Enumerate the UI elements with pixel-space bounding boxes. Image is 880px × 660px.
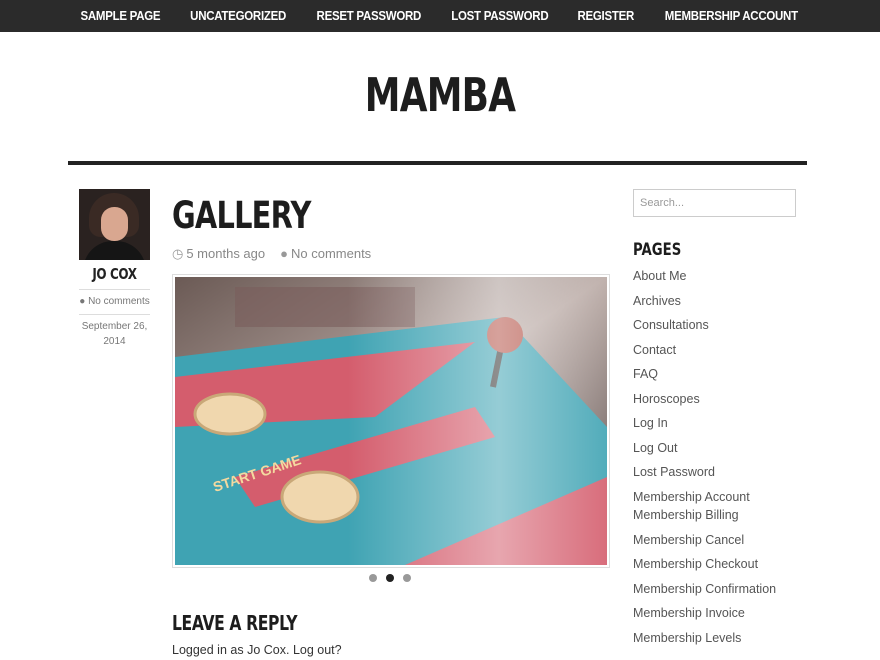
- nav-sample-page[interactable]: SAMPLE PAGE: [80, 9, 160, 23]
- post-meta: ◷ 5 months ago ● No comments: [172, 246, 371, 262]
- user-link[interactable]: Jo Cox.: [247, 643, 289, 657]
- nav-membership-account[interactable]: MEMBERSHIP ACCOUNT: [664, 9, 797, 23]
- author-comments[interactable]: ● No comments: [79, 294, 150, 309]
- page-link-membership-billing[interactable]: Membership Billing: [633, 505, 776, 530]
- page-link-lost-password[interactable]: Lost Password: [633, 462, 776, 487]
- post-time[interactable]: ◷ 5 months ago: [172, 246, 265, 262]
- gallery-image: START GAME: [175, 277, 607, 565]
- page-link-log-in[interactable]: Log In: [633, 413, 776, 438]
- page-link-archives[interactable]: Archives: [633, 291, 776, 316]
- post-date: September 26, 2014: [79, 319, 150, 349]
- avatar[interactable]: [79, 189, 150, 260]
- gallery-dot[interactable]: [403, 574, 411, 582]
- clock-icon: ◷: [172, 246, 184, 261]
- divider: [79, 314, 150, 315]
- post-date-line1: September 26,: [81, 321, 148, 332]
- search-input[interactable]: [633, 189, 796, 217]
- header-divider: [68, 161, 807, 165]
- pages-widget-title: PAGES: [633, 240, 682, 260]
- page-link-horoscopes[interactable]: Horoscopes: [633, 389, 776, 414]
- page-link-log-out[interactable]: Log Out: [633, 438, 776, 463]
- divider: [79, 289, 150, 290]
- page-link-contact[interactable]: Contact: [633, 340, 776, 365]
- page-link-membership-invoice[interactable]: Membership Invoice: [633, 603, 776, 628]
- pages-list: About Me Archives Consultations Contact …: [633, 266, 776, 652]
- page-link-membership-account[interactable]: Membership Account: [633, 487, 776, 506]
- page-link-about-me[interactable]: About Me: [633, 266, 776, 291]
- top-navigation: SAMPLE PAGE UNCATEGORIZED RESET PASSWORD…: [0, 0, 880, 32]
- post-comments-label: No comments: [290, 246, 372, 261]
- reply-heading: LEAVE A REPLY: [172, 611, 298, 635]
- logout-link[interactable]: Log out?: [293, 643, 342, 657]
- gallery-dot-active[interactable]: [386, 574, 394, 582]
- nav-register[interactable]: REGISTER: [578, 9, 635, 23]
- gallery-slider[interactable]: START GAME: [172, 274, 610, 568]
- post-time-label: 5 months ago: [186, 246, 266, 261]
- logged-in-line: Logged in as Jo Cox. Log out?: [172, 643, 342, 657]
- post-title: GALLERY: [172, 194, 311, 237]
- gallery-dot[interactable]: [369, 574, 377, 582]
- nav-uncategorized[interactable]: UNCATEGORIZED: [190, 9, 286, 23]
- page-link-faq[interactable]: FAQ: [633, 364, 776, 389]
- page-link-consultations[interactable]: Consultations: [633, 315, 776, 340]
- author-comments-label: No comments: [88, 296, 150, 307]
- comment-icon: ●: [79, 296, 86, 307]
- page-link-membership-checkout[interactable]: Membership Checkout: [633, 554, 776, 579]
- nav-reset-password[interactable]: RESET PASSWORD: [316, 9, 421, 23]
- author-box: JO COX ● No comments September 26, 2014: [79, 189, 150, 349]
- author-name[interactable]: JO COX: [86, 265, 143, 283]
- page-link-membership-levels[interactable]: Membership Levels: [633, 628, 776, 653]
- page-link-membership-cancel[interactable]: Membership Cancel: [633, 530, 776, 555]
- logged-in-prefix: Logged in as: [172, 643, 244, 657]
- nav-lost-password[interactable]: LOST PASSWORD: [452, 9, 549, 23]
- post-comments[interactable]: ● No comments: [280, 246, 371, 262]
- post-date-line2: 2014: [103, 336, 126, 347]
- gallery-pagination: [369, 574, 411, 582]
- comment-icon: ●: [280, 246, 288, 261]
- page-link-membership-confirmation[interactable]: Membership Confirmation: [633, 579, 776, 604]
- site-title[interactable]: MAMBA: [97, 68, 783, 122]
